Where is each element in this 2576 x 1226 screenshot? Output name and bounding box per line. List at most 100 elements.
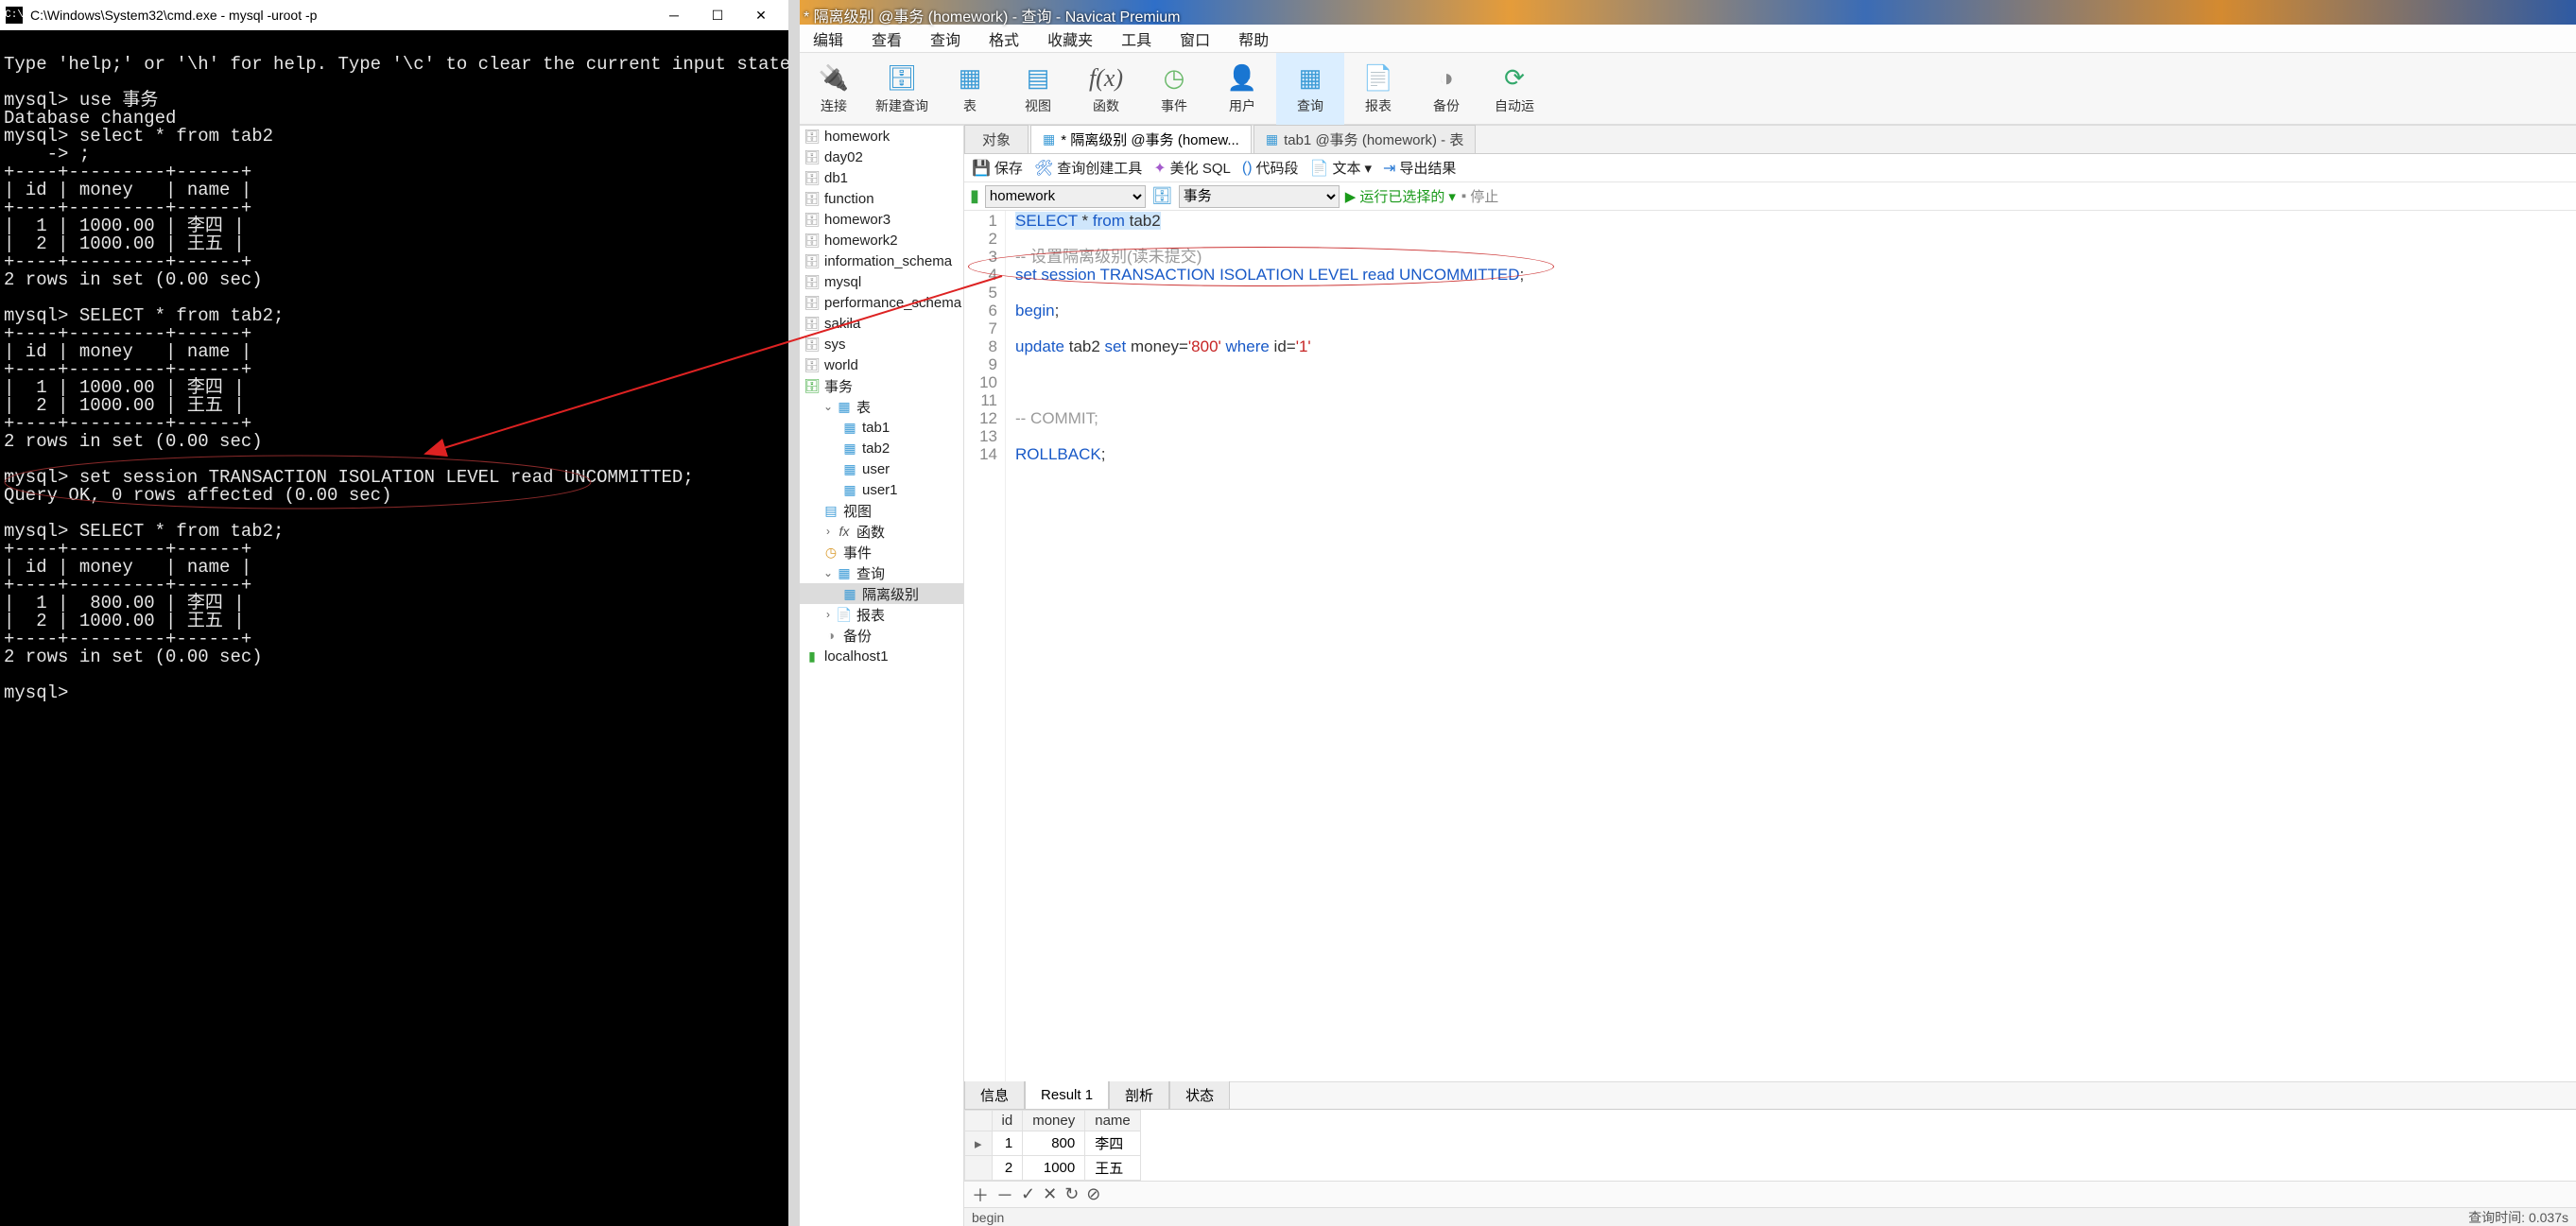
tree-table-user1[interactable]: ▦user1 <box>800 479 963 500</box>
col-money[interactable]: money <box>1023 1111 1085 1131</box>
tree-tables-folder[interactable]: ⌄▦表 <box>800 396 963 417</box>
export-result-button[interactable]: ⇥导出结果 <box>1383 158 1456 178</box>
toolbar-视图[interactable]: ▤视图 <box>1004 53 1072 125</box>
toolbar-表[interactable]: ▦表 <box>936 53 1004 125</box>
builder-icon: 🛠 <box>1034 159 1053 178</box>
tree-db-information_schema[interactable]: 🗄information_schema <box>800 250 963 271</box>
toolbar-用户[interactable]: 👤用户 <box>1208 53 1276 125</box>
tree-db-performance_schema[interactable]: 🗄performance_schema <box>800 292 963 313</box>
toolbar-函数[interactable]: f(x)函数 <box>1072 53 1140 125</box>
cmd-close-button[interactable]: ✕ <box>739 0 783 30</box>
table-icon: ▦ <box>841 419 858 436</box>
tree-db-sakila[interactable]: 🗄sakila <box>800 313 963 334</box>
menu-窗口[interactable]: 窗口 <box>1180 27 1210 50</box>
cmd-maximize-button[interactable]: ☐ <box>696 0 739 30</box>
result-grid-toolbar[interactable]: ＋ － ✓ ✕ ↻ ⊘ <box>964 1181 2576 1207</box>
grid-action-2[interactable]: ✓ <box>1021 1184 1035 1204</box>
navicat-toolbar[interactable]: 🔌连接🗄新建查询▦表▤视图f(x)函数◷事件👤用户▦查询📄报表◑备份⟳自动运 <box>800 53 2576 125</box>
tree-db-function[interactable]: 🗄function <box>800 188 963 209</box>
result-tab-剖析[interactable]: 剖析 <box>1109 1080 1169 1109</box>
col-name[interactable]: name <box>1085 1111 1141 1131</box>
run-selected-button[interactable]: ▶运行已选择的▾ <box>1345 186 1456 206</box>
tree-query-隔离级别[interactable]: ▦隔离级别 <box>800 583 963 604</box>
menu-查看[interactable]: 查看 <box>872 27 902 50</box>
tree-db-day02[interactable]: 🗄day02 <box>800 147 963 167</box>
tree-views-folder[interactable]: ▤视图 <box>800 500 963 521</box>
tab-object[interactable]: 对象 <box>964 125 1029 153</box>
result-tab-Result 1[interactable]: Result 1 <box>1025 1080 1109 1109</box>
result-row[interactable]: 21000王五 <box>965 1156 1141 1181</box>
menu-收藏夹[interactable]: 收藏夹 <box>1047 27 1093 50</box>
grid-action-0[interactable]: ＋ <box>972 1183 989 1207</box>
editor-gutter: 1234567891011121314 <box>964 211 1006 1081</box>
tree-connection[interactable]: ▮localhost1 <box>800 646 963 666</box>
tree-reports-folder[interactable]: ›📄报表 <box>800 604 963 625</box>
auto-icon: ⟳ <box>1498 62 1530 95</box>
navicat-document-tabs[interactable]: 对象 ▦* 隔离级别 @事务 (homew... ▦tab1 @事务 (home… <box>964 126 2576 154</box>
toolbar-事件[interactable]: ◷事件 <box>1140 53 1208 125</box>
tree-db-sys[interactable]: 🗄sys <box>800 334 963 354</box>
cmd-minimize-button[interactable]: ─ <box>652 0 696 30</box>
navicat-connection-tree[interactable]: 🗄homework🗄day02🗄db1🗄function🗄homewor3🗄ho… <box>800 126 964 1226</box>
menu-工具[interactable]: 工具 <box>1121 27 1151 50</box>
editor-code[interactable]: SELECT * from tab2 -- 设置隔离级别(读未提交)set se… <box>1006 211 1524 1081</box>
code-snippet-button[interactable]: ()代码段 <box>1242 158 1299 178</box>
cmd-terminal-output[interactable]: Type 'help;' or '\h' for help. Type '\c'… <box>0 30 788 1226</box>
grid-action-1[interactable]: － <box>996 1183 1013 1207</box>
tab-tab1-table[interactable]: ▦tab1 @事务 (homework) - 表 <box>1253 125 1477 153</box>
result-row[interactable]: ▸1800李四 <box>965 1131 1141 1156</box>
toolbar-查询[interactable]: ▦查询 <box>1276 53 1344 125</box>
grid-action-5[interactable]: ⊘ <box>1086 1184 1100 1204</box>
database-icon: 🗄 <box>804 273 821 290</box>
menu-编辑[interactable]: 编辑 <box>813 27 843 50</box>
reports-folder-icon: 📄 <box>836 606 853 623</box>
menu-查询[interactable]: 查询 <box>930 27 960 50</box>
tree-db-homework2[interactable]: 🗄homework2 <box>800 230 963 250</box>
toolbar-备份[interactable]: ◑备份 <box>1412 53 1480 125</box>
query-sub-toolbar[interactable]: 💾保存 🛠查询创建工具 ✦美化 SQL ()代码段 📄文本▾ ⇥导出结果 <box>964 154 2576 182</box>
text-button[interactable]: 📄文本▾ <box>1310 158 1372 178</box>
stop-button[interactable]: ▪停止 <box>1461 186 1498 206</box>
result-tab-信息[interactable]: 信息 <box>964 1080 1025 1109</box>
toolbar-新建查询[interactable]: 🗄新建查询 <box>868 53 936 125</box>
tree-db-mysql[interactable]: 🗄mysql <box>800 271 963 292</box>
cmd-title: C:\Windows\System32\cmd.exe - mysql -uro… <box>30 8 652 23</box>
tree-table-tab1[interactable]: ▦tab1 <box>800 417 963 438</box>
save-button[interactable]: 💾保存 <box>972 158 1023 178</box>
beautify-sql-button[interactable]: ✦美化 SQL <box>1153 158 1231 178</box>
tab-query-isolation[interactable]: ▦* 隔离级别 @事务 (homew... <box>1030 125 1252 153</box>
tree-queries-folder[interactable]: ⌄▦查询 <box>800 562 963 583</box>
navicat-menubar[interactable]: 编辑 查看 查询 格式 收藏夹 工具 窗口 帮助 <box>800 25 2576 53</box>
toolbar-报表[interactable]: 📄报表 <box>1344 53 1412 125</box>
result-grid[interactable]: idmoneyname▸1800李四21000王五 <box>964 1110 2576 1181</box>
menu-格式[interactable]: 格式 <box>989 27 1019 50</box>
tree-table-tab2[interactable]: ▦tab2 <box>800 438 963 458</box>
cmd-icon: C:\ <box>6 7 23 24</box>
tree-db-db1[interactable]: 🗄db1 <box>800 167 963 188</box>
backup-folder-icon: ◑ <box>822 627 839 644</box>
result-tab-状态[interactable]: 状态 <box>1169 1080 1230 1109</box>
toolbar-连接[interactable]: 🔌连接 <box>800 53 868 125</box>
tree-table-user[interactable]: ▦user <box>800 458 963 479</box>
tree-db-homework[interactable]: 🗄homework <box>800 126 963 147</box>
menu-帮助[interactable]: 帮助 <box>1238 27 1269 50</box>
tree-events-folder[interactable]: ◷事件 <box>800 542 963 562</box>
result-tabs[interactable]: 信息Result 1剖析状态 <box>964 1081 2576 1110</box>
grid-action-4[interactable]: ↻ <box>1064 1184 1079 1204</box>
query-run-bar[interactable]: ▮ homework 🗄 事务 ▶运行已选择的▾ ▪停止 <box>964 182 2576 211</box>
connection-select[interactable]: homework <box>985 185 1146 208</box>
tree-functions-folder[interactable]: ›fx函数 <box>800 521 963 542</box>
col-id[interactable]: id <box>992 1111 1023 1131</box>
query-builder-button[interactable]: 🛠查询创建工具 <box>1034 158 1142 178</box>
grid-action-3[interactable]: ✕ <box>1043 1184 1057 1204</box>
tree-db-事务[interactable]: 🗄事务 <box>800 375 963 396</box>
tree-db-world[interactable]: 🗄world <box>800 354 963 375</box>
schema-select[interactable]: 事务 <box>1179 185 1340 208</box>
navicat-title: * 隔离级别 @事务 (homework) - 查询 - Navicat Pre… <box>804 4 1181 26</box>
toolbar-自动运[interactable]: ⟳自动运 <box>1480 53 1548 125</box>
tree-db-homewor3[interactable]: 🗄homewor3 <box>800 209 963 230</box>
tree-backup-folder[interactable]: ◑备份 <box>800 625 963 646</box>
cmd-titlebar[interactable]: C:\ C:\Windows\System32\cmd.exe - mysql … <box>0 0 788 30</box>
query-tab-icon: ▦ <box>1043 131 1055 147</box>
sql-editor[interactable]: 1234567891011121314 SELECT * from tab2 -… <box>964 211 2576 1081</box>
